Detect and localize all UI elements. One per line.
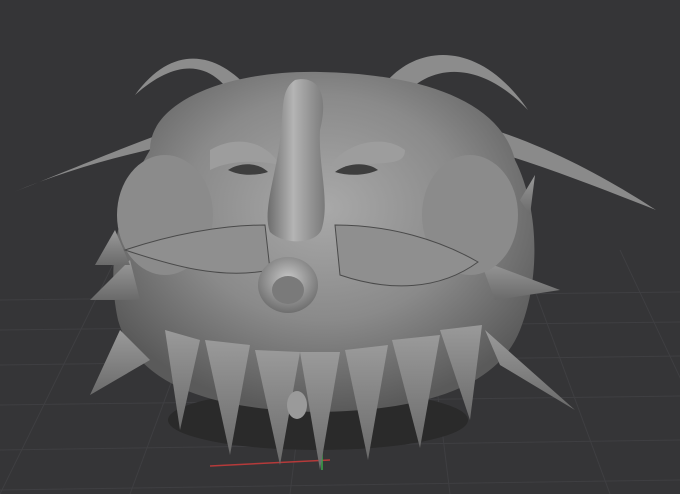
mouth-opening: [272, 276, 304, 304]
viewport-svg[interactable]: [0, 0, 680, 494]
sculpted-creature-head[interactable]: [14, 55, 656, 470]
chin-bulb: [287, 391, 307, 419]
viewport-canvas[interactable]: [0, 0, 680, 494]
axis-x-line: [209, 459, 331, 467]
